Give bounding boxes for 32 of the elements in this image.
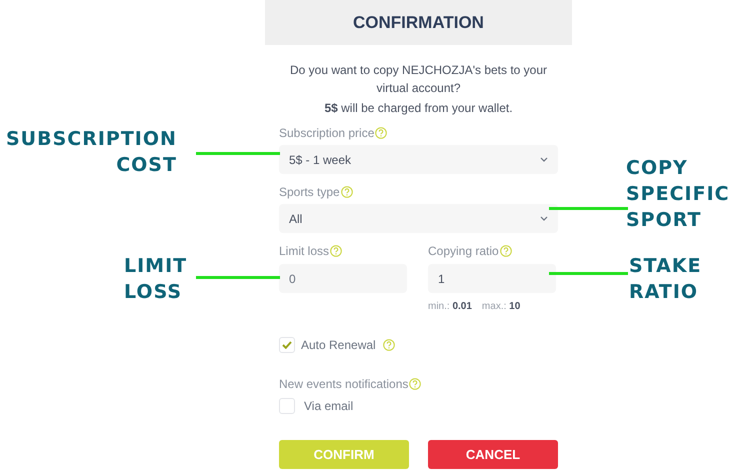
callout-label: COPY SPECIFIC SPORT xyxy=(626,156,730,233)
limit-loss-field[interactable]: 0 xyxy=(279,264,407,293)
cancel-button[interactable]: CANCEL xyxy=(428,440,558,469)
help-icon[interactable] xyxy=(375,127,388,139)
help-icon[interactable] xyxy=(340,186,353,198)
field-label: Copying ratio xyxy=(428,243,499,260)
checkbox-label: Via email xyxy=(304,398,354,415)
dialog-title: CONFIRMATION xyxy=(353,12,484,34)
field-label: Subscription price xyxy=(279,125,374,142)
help-icon[interactable] xyxy=(382,339,395,351)
field-label: New events notifications xyxy=(279,376,408,393)
callout-label: SUBSCRIPTION COST xyxy=(6,127,177,178)
charge-notice: 5$ will be charged from your wallet. xyxy=(323,100,514,117)
dropdown[interactable]: All xyxy=(279,204,558,233)
dropdown[interactable]: 5$ - 1 week xyxy=(279,145,558,174)
help-icon[interactable] xyxy=(330,245,342,257)
min-value: min.: 0.01 xyxy=(428,300,472,314)
field-label: Limit loss xyxy=(279,243,330,260)
help-icon[interactable] xyxy=(500,245,512,257)
chevron-down-icon xyxy=(540,157,548,162)
copying-ratio-field[interactable]: 1 xyxy=(428,264,556,293)
checkbox-label: Auto Renewal xyxy=(301,337,376,354)
callout-label: LIMIT LOSS xyxy=(124,254,188,305)
field-label: Sports type xyxy=(279,184,340,201)
check-icon xyxy=(282,341,292,349)
chevron-down-icon xyxy=(540,216,548,221)
max-value: max.: 10 xyxy=(482,300,520,314)
checkbox[interactable] xyxy=(279,337,295,353)
callout-label: STAKE RATIO xyxy=(629,254,702,305)
confirmation-question: Do you want to copy NEJCHOZJA's bets to your virtual account? xyxy=(288,62,548,97)
help-icon[interactable] xyxy=(409,378,422,390)
checkbox[interactable] xyxy=(279,398,295,414)
